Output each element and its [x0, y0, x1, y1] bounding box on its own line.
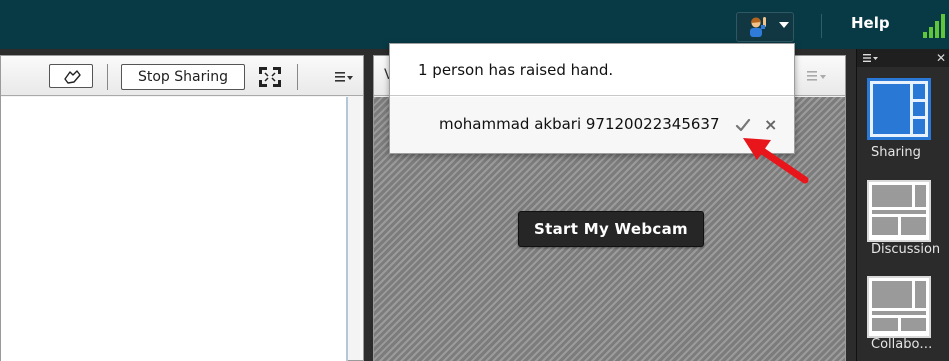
toolbar-divider	[107, 64, 108, 90]
top-bar: Help	[0, 0, 949, 49]
raised-hand-message: 1 person has raised hand.	[418, 61, 614, 79]
pointer-hand-icon	[64, 70, 81, 84]
connection-signal-icon	[923, 14, 945, 38]
layout-discussion[interactable]	[867, 180, 931, 242]
chevron-down-icon	[779, 22, 789, 28]
toolbar-divider	[297, 64, 298, 90]
layout-label: Sharing	[871, 145, 921, 160]
panel-menu-icon[interactable]	[863, 53, 879, 63]
close-icon[interactable]: ✕	[936, 51, 946, 65]
help-menu[interactable]: Help	[851, 14, 890, 32]
divider	[821, 14, 822, 38]
layouts-panel-header: ✕	[857, 49, 949, 67]
popup-header: 1 person has raised hand.	[390, 44, 794, 96]
pointer-button[interactable]	[49, 64, 93, 88]
pod-menu-icon[interactable]	[806, 69, 828, 83]
pod-menu-icon[interactable]	[334, 70, 354, 84]
share-pod: Stop Sharing	[0, 55, 364, 361]
annotation-arrow-icon	[743, 138, 809, 184]
shared-screen-area	[1, 97, 348, 361]
attendee-name: mohammad akbari 97120022345637	[439, 115, 720, 133]
layouts-panel: ✕ Sharing Discussion Collabo…	[856, 49, 949, 361]
share-pod-toolbar: Stop Sharing	[1, 56, 363, 96]
discussion-layout-icon	[872, 185, 926, 235]
sharing-layout-icon	[873, 84, 925, 134]
stop-sharing-button[interactable]: Stop Sharing	[121, 64, 245, 90]
layout-sharing[interactable]	[867, 78, 931, 140]
layout-label: Discussion	[871, 242, 941, 257]
fullscreen-icon[interactable]	[257, 65, 283, 89]
layout-collaboration[interactable]	[867, 276, 931, 338]
start-webcam-button[interactable]: Start My Webcam	[518, 211, 704, 247]
raised-hand-row: mohammad akbari 97120022345637 ×	[390, 97, 794, 153]
raise-hand-status-button[interactable]	[736, 12, 794, 42]
collaboration-layout-icon	[872, 281, 926, 331]
layout-label: Collabo…	[871, 337, 933, 352]
raise-hand-person-icon	[750, 17, 766, 37]
